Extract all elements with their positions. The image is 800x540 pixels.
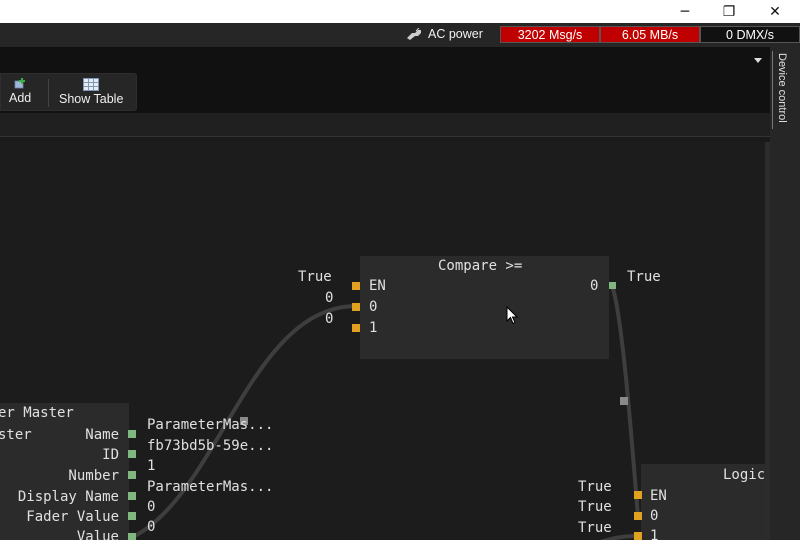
logic-node-title: Logic [723,467,765,483]
toolbar: Add Show Table [0,47,770,113]
fader-output-name-value: ParameterMas... [147,417,274,433]
node-canvas[interactable]: Compare >= EN 0 1 True 0 0 0 True er Mas… [0,142,765,540]
data-rate-meter: 6.05 MB/s [600,26,700,43]
toolbar-group: Add Show Table [0,73,137,111]
compare-input-0-value: 0 [325,290,334,306]
window-titlebar: ─ ❐ ✕ [0,0,800,23]
dmx-rate-meter: 0 DMX/s [700,26,800,43]
canvas-header-strip [0,113,770,137]
compare-input-en-label: EN [369,278,386,294]
logic-input-0-port[interactable] [634,512,642,520]
msg-rate-meter: 3202 Msg/s [500,26,600,43]
fader-output-display-name-port[interactable] [128,492,136,500]
fader-output-value-label: Value [76,529,119,540]
fader-output-value-port[interactable] [128,533,136,540]
logic-input-0-label: 0 [650,508,659,524]
add-button[interactable]: Add [9,78,31,105]
mouse-cursor-icon [506,306,518,325]
compare-input-1-port[interactable] [352,324,360,332]
compare-input-en-port[interactable] [352,282,360,290]
compare-output-port[interactable] [609,282,616,289]
wire-logic-input[interactable] [599,534,639,540]
fader-output-number-label: Number [68,468,119,484]
close-button[interactable]: ✕ [752,0,798,23]
compare-input-1-label: 1 [369,320,378,336]
chevron-down-icon[interactable] [754,58,762,63]
power-label: AC power [428,27,483,41]
fader-output-value-value: 0 [147,519,156,535]
compare-input-en-value: True [298,269,332,285]
compare-node-title: Compare >= [438,258,523,274]
tab-device-control[interactable]: Device control [776,53,788,123]
fader-output-id-label: ID [102,447,119,463]
show-table-label: Show Table [59,92,124,106]
fader-master-subtitle: ster [0,427,32,443]
compare-output-label: 0 [590,278,599,294]
fader-output-id-port[interactable] [128,450,136,458]
fader-output-number-value: 1 [147,458,156,474]
toolbar-separator [48,79,49,107]
status-bar: AC power 3202 Msg/s 6.05 MB/s 0 DMX/s [0,23,800,47]
fader-output-display-name-value: ParameterMas... [147,479,274,495]
logic-input-0-value: True [578,499,612,515]
logic-input-1-value: True [578,520,612,536]
show-table-button[interactable]: Show Table [59,78,123,106]
fader-output-name-port[interactable] [128,430,136,438]
logic-input-en-port[interactable] [634,491,642,499]
side-panel: Device control [770,47,800,540]
fader-output-name-label: Name [85,427,119,443]
maximize-button[interactable]: ❐ [706,0,752,23]
fader-output-id-value: fb73bd5b-59e... [147,438,274,454]
fader-output-fader-value-label: Fader Value [26,509,119,525]
compare-output-value: True [627,269,661,285]
logic-input-en-value: True [578,479,612,495]
table-icon [83,78,100,91]
logic-input-1-label: 1 [650,528,659,540]
fader-output-fader-value-port[interactable] [128,512,136,520]
fader-output-fader-value-value: 0 [147,499,156,515]
canvas-vertical-scrollbar[interactable] [765,142,770,540]
add-node-icon [14,78,26,89]
power-status: AC power [406,27,483,41]
wire-handle[interactable] [620,397,628,405]
power-plug-icon [407,28,421,40]
compare-input-1-value: 0 [325,311,334,327]
compare-input-0-label: 0 [369,299,378,315]
fader-output-display-name-label: Display Name [17,489,119,505]
fader-output-number-port[interactable] [128,471,136,479]
logic-input-1-port[interactable] [634,532,642,540]
logic-input-en-label: EN [650,488,667,504]
minimize-button[interactable]: ─ [662,0,708,23]
add-label: Add [9,91,32,105]
compare-input-0-port[interactable] [352,303,360,311]
side-tab-divider [772,51,773,129]
fader-master-title: er Master [0,405,74,421]
